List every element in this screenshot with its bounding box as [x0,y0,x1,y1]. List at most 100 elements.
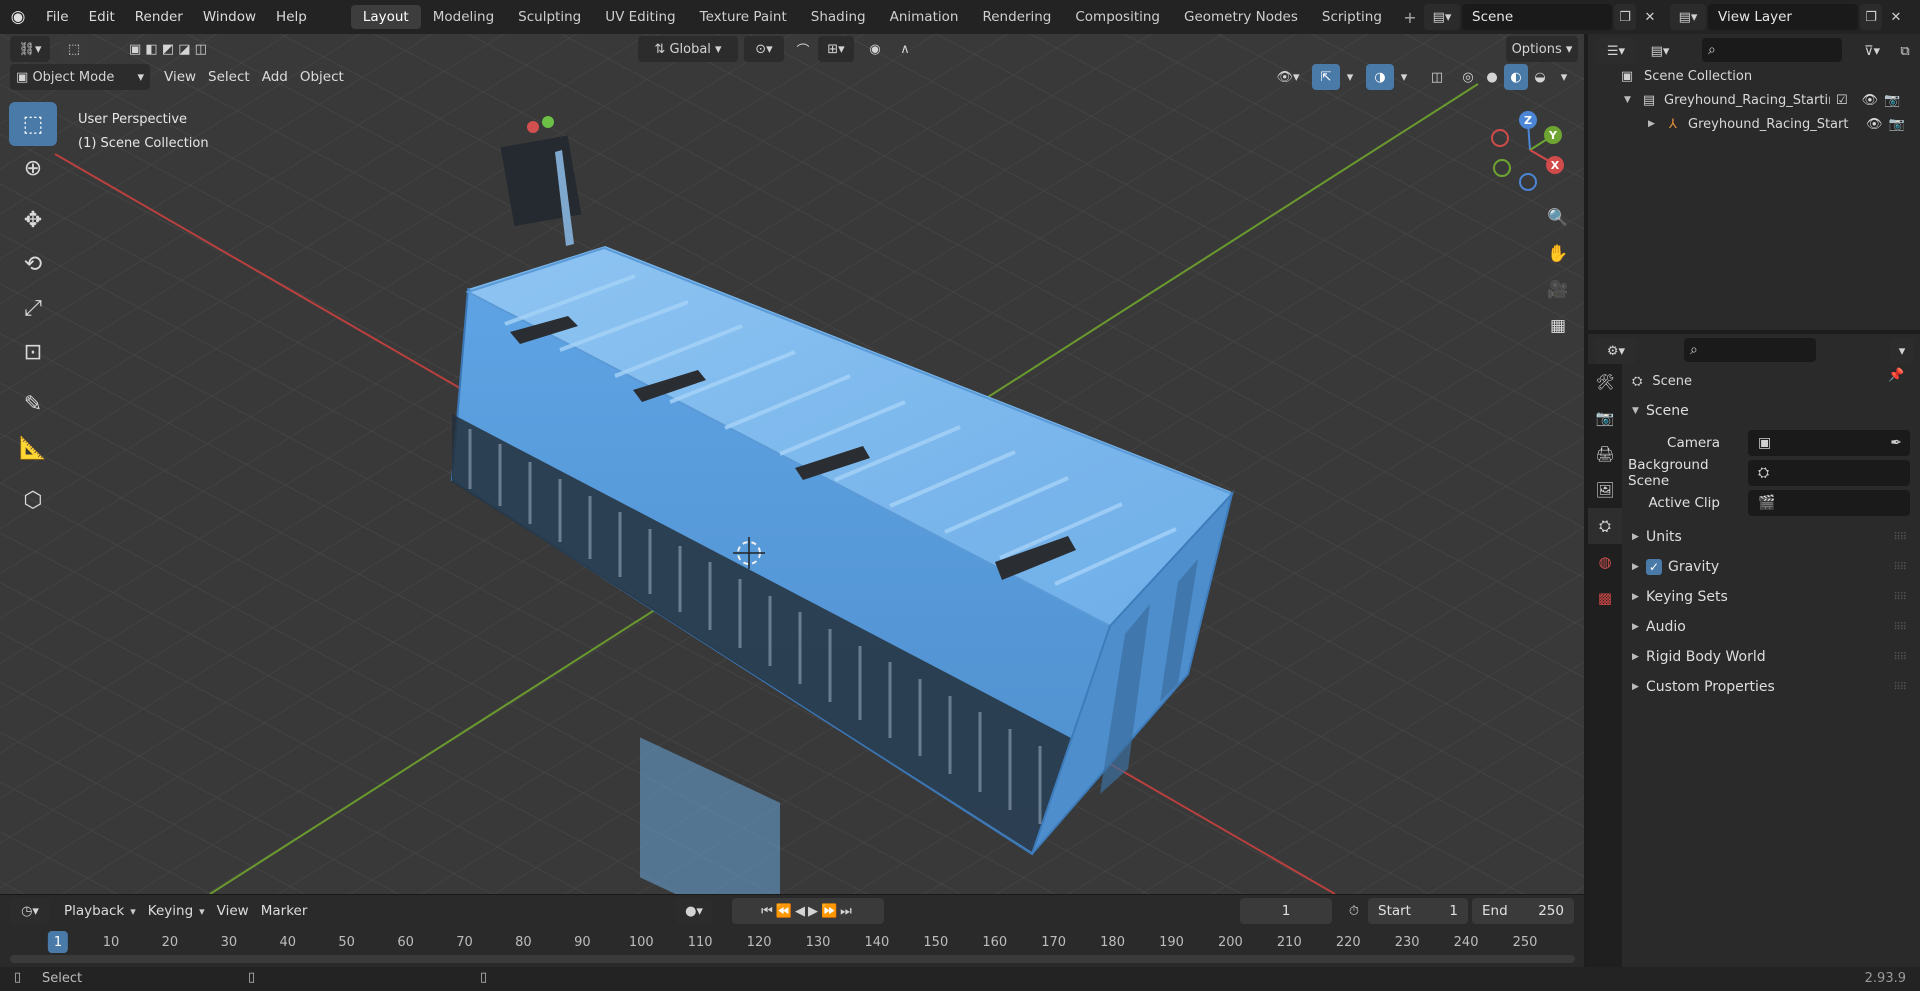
filter-icon[interactable]: ⊽▾ [1854,38,1890,64]
menu-help[interactable]: Help [266,0,317,34]
texture-tab-icon[interactable]: ▩ [1588,580,1622,616]
outliner-editor-type-button[interactable]: ☰▾ [1596,38,1636,64]
scene-panel-header[interactable]: ▼ Scene [1632,398,1912,424]
snap-target-dropdown[interactable]: ⊞▾ [818,36,854,62]
workspace-tab-compositing[interactable]: Compositing [1063,5,1172,29]
frame-tick[interactable]: 80 [515,931,532,953]
render-camera-icon[interactable]: 📷 [1884,93,1900,108]
selection-mode-buttons[interactable]: ▣ ◧ ◩ ◪ ◫ [108,36,228,62]
viewport-menu-object[interactable]: Object [294,64,350,90]
start-frame-field[interactable]: Start 1 [1368,898,1468,924]
outliner-collection-row[interactable]: ▼ ▤ Greyhound_Racing_Starting_E ☑ 👁 📷 [1624,88,1920,112]
scene-name-field[interactable]: Scene [1462,4,1612,30]
scale-tool-icon[interactable]: ⤢ [9,286,57,330]
workspace-tab-shading[interactable]: Shading [799,5,878,29]
timeline-menu-view[interactable]: View [211,898,255,924]
transform-orientation-dropdown[interactable]: ⇅ Global ▾ [638,36,738,62]
autokey-record-button[interactable]: ●▾ [676,898,712,924]
measure-tool-icon[interactable]: 📐 [9,426,57,470]
viewport-menu-view[interactable]: View [158,64,202,90]
solid-shading-icon[interactable]: ● [1480,64,1504,90]
3d-viewport[interactable]: ⛓▾ ⬚ ▣ ◧ ◩ ◪ ◫ ⇅ Global ▾ ⊙▾ ⌒ ⊞▾ ◉ ∧ Op… [0,34,1584,894]
outliner-search-input[interactable]: ⌕ [1702,38,1842,62]
frame-tick[interactable]: 100 [629,931,654,953]
timeline-menu-marker[interactable]: Marker [255,898,314,924]
gizmo-dropdown[interactable]: ▾ [1340,64,1360,90]
current-frame-field[interactable]: 1 [1240,898,1332,924]
scene-browse-button[interactable]: ▤▾ [1424,4,1460,30]
properties-search-input[interactable]: ⌕ [1684,338,1816,362]
viewport-menu-add[interactable]: Add [256,64,294,90]
properties-editor-type-button[interactable]: ⚙▾ [1596,338,1636,364]
playback-controls[interactable]: ⏮⏪◀▶⏩⏭ [732,898,884,924]
move-tool-icon[interactable]: ✥ [9,198,57,242]
overlays-dropdown[interactable]: ▾ [1394,64,1414,90]
ortho-grid-icon[interactable]: ▦ [1542,308,1574,344]
tool-tab-icon[interactable]: 🛠 [1588,364,1622,400]
frame-tick[interactable]: 150 [923,931,948,953]
exclude-checkbox-icon[interactable]: ☑ [1836,93,1848,108]
frame-tick[interactable]: 130 [806,931,831,953]
frame-tick[interactable]: 220 [1336,931,1361,953]
annotate-tool-icon[interactable]: ✎ [9,382,57,426]
frame-tick[interactable]: 70 [456,931,473,953]
blender-logo-icon[interactable]: ◉ [0,0,36,34]
frame-tick[interactable]: 170 [1041,931,1066,953]
frame-tick[interactable]: 30 [221,931,238,953]
timeline-menu-keying[interactable]: Keying [142,898,199,924]
select-box-tool-icon[interactable]: ⬚ [9,102,57,146]
display-mode-dropdown[interactable]: ▤▾ [1642,38,1678,64]
outliner-object-row[interactable]: ▶ ⅄ Greyhound_Racing_Start 👁 📷 [1648,112,1920,136]
frame-tick[interactable]: 140 [865,931,890,953]
view-layer-tab-icon[interactable]: 🖼 [1588,472,1622,508]
frame-tick[interactable]: 190 [1159,931,1184,953]
menu-render[interactable]: Render [125,0,193,34]
view-layer-copy-icon[interactable]: ❐ [1860,4,1882,30]
snap-icon[interactable]: ⌒ [790,36,816,62]
frame-tick[interactable]: 40 [279,931,296,953]
frame-tick[interactable]: 50 [338,931,355,953]
keying-sets-panel[interactable]: ▶ Keying Sets ⠿⠿ [1632,584,1912,610]
pin-icon[interactable]: 📌 [1888,368,1904,383]
outliner-scene-collection-row[interactable]: ▣ Scene Collection [1616,64,1752,88]
workspace-tab-texture-paint[interactable]: Texture Paint [688,5,799,29]
workspace-tab-modeling[interactable]: Modeling [421,5,506,29]
view-layer-remove-icon[interactable]: ✕ [1886,4,1906,30]
output-tab-icon[interactable]: 🖨 [1588,436,1622,472]
workspace-tab-geometry-nodes[interactable]: Geometry Nodes [1172,5,1310,29]
view-layer-field[interactable]: View Layer [1708,4,1858,30]
expand-arrow-icon[interactable]: ▼ [1624,95,1638,105]
custom-properties-panel[interactable]: ▶ Custom Properties ⠿⠿ [1632,674,1912,700]
end-frame-field[interactable]: End 250 [1472,898,1574,924]
active-clip-field[interactable]: 🎬 [1748,490,1910,516]
menu-window[interactable]: Window [193,0,266,34]
proportional-edit-icon[interactable]: ◉ [862,36,888,62]
object-visibility-eye-icon[interactable]: 👁 [1866,117,1883,132]
frame-tick[interactable]: 160 [982,931,1007,953]
timeline-editor-type-button[interactable]: ◷▾ [10,898,50,924]
units-panel[interactable]: ▶ Units ⠿⠿ [1632,524,1912,550]
workspace-tab-animation[interactable]: Animation [878,5,971,29]
view-layer-browse-button[interactable]: ▤▾ [1670,4,1706,30]
gravity-panel[interactable]: ▶ ✓ Gravity ⠿⠿ [1632,554,1912,580]
mode-dropdown[interactable]: ▣ Object Mode ▾ [10,64,150,90]
workspace-tab-layout[interactable]: Layout [350,5,421,29]
add-cube-tool-icon[interactable]: ⬡ [9,478,57,522]
preview-range-icon[interactable]: ⏱ [1342,898,1366,924]
material-shading-icon[interactable]: ◐ [1504,64,1528,90]
options-dropdown[interactable]: Options ▾ [1506,36,1578,62]
workspace-tab-rendering[interactable]: Rendering [970,5,1063,29]
menu-edit[interactable]: Edit [79,0,125,34]
viewport-menu-select[interactable]: Select [202,64,256,90]
frame-tick[interactable]: 250 [1513,931,1538,953]
cursor-tool-icon[interactable]: ⊕ [9,146,57,190]
gizmo-y-label[interactable]: Y [1548,129,1558,142]
rigid-body-world-panel[interactable]: ▶ Rigid Body World ⠿⠿ [1632,644,1912,670]
collapse-arrow-icon[interactable]: ▶ [1648,119,1662,129]
background-scene-field[interactable]: ⛭ [1748,460,1910,486]
rotate-tool-icon[interactable]: ⟲ [9,242,57,286]
frame-tick[interactable]: 110 [688,931,713,953]
xray-icon[interactable]: ◫ [1424,64,1450,90]
frame-tick[interactable]: 200 [1218,931,1243,953]
transform-tool-icon[interactable]: ⊡ [9,330,57,374]
